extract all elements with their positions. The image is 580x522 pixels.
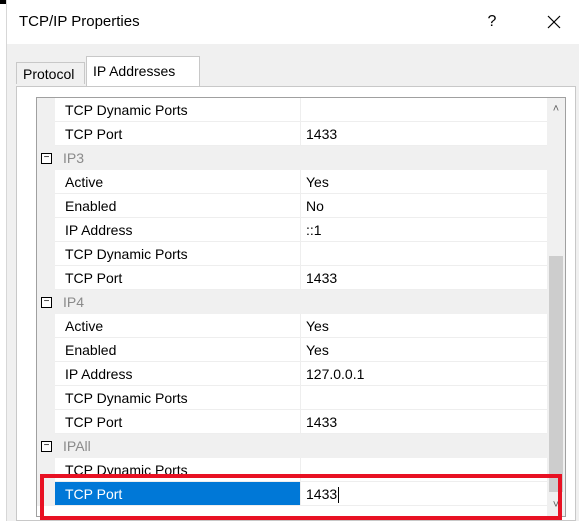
category-row-ipall[interactable]: − IPAll [37,434,547,458]
title-bar: TCP/IP Properties ? [7,0,579,44]
property-value[interactable]: Yes [301,314,547,338]
row-gutter [37,170,55,194]
property-name[interactable]: IP Address [55,218,301,242]
row-gutter [37,482,55,506]
tcpip-properties-dialog: TCP/IP Properties ? Protocol IP Addresse… [6,0,579,521]
property-name[interactable]: Active [55,170,301,194]
close-button[interactable] [537,8,571,36]
row-gutter [37,194,55,218]
property-name[interactable]: TCP Dynamic Ports [55,98,301,122]
row-gutter [37,314,55,338]
property-row[interactable]: TCP Port 1433 [37,122,547,146]
scroll-thumb[interactable] [549,256,563,492]
property-name[interactable]: IP Address [55,362,301,386]
close-icon [547,15,561,29]
category-label: IP4 [63,294,85,310]
property-value-text: 127.0.0.1 [306,366,365,382]
property-value-text: 1433 [306,486,338,502]
tab-ip-addresses[interactable]: IP Addresses [86,56,200,86]
property-name[interactable]: Active [55,314,301,338]
property-name[interactable]: TCP Dynamic Ports [55,458,301,482]
property-value-text: 1433 [306,126,338,142]
row-gutter [37,362,55,386]
property-value[interactable] [301,242,547,266]
vertical-scrollbar[interactable]: ˄ ˅ [547,98,565,516]
property-row[interactable]: TCP Port 1433 [37,410,547,434]
property-value[interactable] [301,98,547,122]
property-value[interactable]: 1433 [301,410,547,434]
category-label: IP3 [63,150,85,166]
property-value-text: Yes [306,174,329,190]
scroll-up-arrow-icon[interactable]: ˄ [547,100,565,118]
property-value[interactable]: ::1 [301,218,547,242]
property-name[interactable]: Enabled [55,194,301,218]
property-name[interactable]: TCP Port [55,122,301,146]
collapse-toggle-icon[interactable]: − [41,297,52,308]
property-name[interactable]: TCP Dynamic Ports [55,386,301,410]
category-label: IPAll [63,438,91,454]
property-value[interactable]: 1433 [301,266,547,290]
row-gutter [37,410,55,434]
collapse-toggle-icon[interactable]: − [41,153,52,164]
property-grid: TCP Dynamic Ports TCP Port 1433− IP3 Active Y… [36,97,566,517]
property-row[interactable]: IP Address 127.0.0.1 [37,362,547,386]
row-gutter [37,218,55,242]
property-value-text: 1433 [306,270,338,286]
property-row[interactable]: TCP Port 1433 [37,266,547,290]
property-value-text: Yes [306,342,329,358]
property-value-text: 1433 [306,414,338,430]
property-value[interactable] [301,458,547,482]
property-value[interactable]: No [301,194,547,218]
property-rows: TCP Dynamic Ports TCP Port 1433− IP3 Active Y… [37,98,547,506]
property-value[interactable]: 127.0.0.1 [301,362,547,386]
tab-panel-ip-addresses: TCP Dynamic Ports TCP Port 1433− IP3 Active Y… [16,86,576,521]
property-row[interactable]: TCP Dynamic Ports [37,458,547,482]
row-gutter [37,266,55,290]
property-name[interactable]: TCP Port [55,482,301,506]
property-value-text: ::1 [306,222,322,238]
property-value[interactable]: Yes [301,170,547,194]
window-title: TCP/IP Properties [19,13,140,30]
collapse-toggle-icon[interactable]: − [41,441,52,452]
tab-protocol[interactable]: Protocol [16,62,85,84]
property-name[interactable]: TCP Port [55,410,301,434]
property-row[interactable]: Active Yes [37,170,547,194]
row-gutter [37,458,55,482]
property-row[interactable]: TCP Dynamic Ports [37,242,547,266]
property-row[interactable]: TCP Dynamic Ports [37,386,547,410]
row-gutter [37,98,55,122]
row-gutter [37,122,55,146]
property-value[interactable]: 1433 [301,122,547,146]
property-row[interactable]: IP Address::1 [37,218,547,242]
property-row[interactable]: Active Yes [37,314,547,338]
property-name[interactable]: TCP Port [55,266,301,290]
property-value-text: Yes [306,318,329,334]
row-gutter [37,338,55,362]
text-caret [338,487,340,504]
property-value-text: No [306,198,324,214]
property-value[interactable] [301,386,547,410]
property-name[interactable]: Enabled [55,338,301,362]
row-gutter [37,386,55,410]
property-value-input[interactable]: 1433 [301,482,547,506]
property-name[interactable]: TCP Dynamic Ports [55,242,301,266]
property-row[interactable]: TCP Port 1433 [37,482,547,506]
category-row-ip4[interactable]: − IP4 [37,290,547,314]
scroll-down-arrow-icon[interactable]: ˅ [547,496,565,514]
tab-strip: Protocol IP Addresses [7,52,579,86]
category-row-ip3[interactable]: − IP3 [37,146,547,170]
row-gutter [37,242,55,266]
help-button[interactable]: ? [477,8,507,36]
property-row[interactable]: TCP Dynamic Ports [37,98,547,122]
property-row[interactable]: Enabled No [37,194,547,218]
property-value[interactable]: Yes [301,338,547,362]
property-row[interactable]: Enabled Yes [37,338,547,362]
